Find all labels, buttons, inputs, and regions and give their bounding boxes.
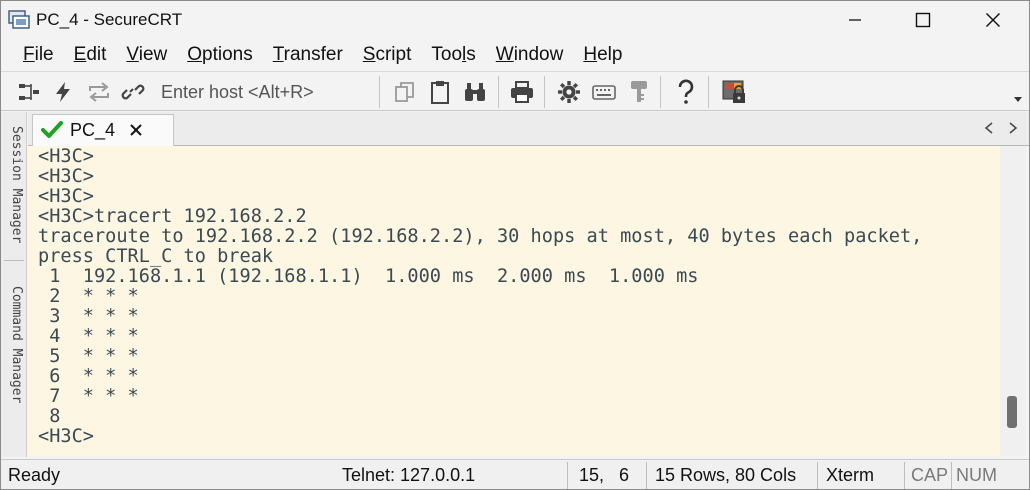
reconnect-button[interactable] [85, 78, 113, 106]
session-manager-tab[interactable]: Session Manager [4, 126, 24, 261]
binoculars-icon [465, 83, 485, 101]
secure-vault-button[interactable] [720, 78, 748, 106]
minimize-icon [849, 19, 861, 21]
terminal-line: 4 * * * [38, 326, 139, 347]
cursor-row: 15, [579, 465, 605, 485]
key-manager-button[interactable] [625, 78, 653, 106]
session-tab-bar: PC_4 [28, 112, 1029, 146]
keymap-button[interactable] [590, 78, 618, 106]
maximize-button[interactable] [889, 1, 957, 39]
terminal-line: 3 * * * [38, 306, 139, 327]
status-divider [567, 462, 568, 489]
terminal-line: 8 [38, 406, 61, 427]
connection-info: Telnet: 127.0.0.1 [342, 465, 476, 485]
enter-host-input[interactable] [153, 79, 375, 105]
num-lock-indicator: NUM [956, 465, 997, 485]
terminal-line: <H3C> [38, 186, 94, 207]
menu-view[interactable]: View [116, 44, 177, 66]
menu-bar: File Edit View Options Transfer Script T… [1, 39, 1029, 71]
key-icon [631, 81, 647, 102]
close-window-button[interactable] [959, 1, 1027, 39]
close-icon [986, 13, 1000, 27]
keyboard-icon [592, 85, 616, 100]
status-text: Ready [8, 465, 61, 485]
securecrt-app-icon [8, 10, 30, 29]
terminal-output[interactable]: <H3C> <H3C> <H3C> <H3C>tracert 192.168.2… [28, 146, 1000, 456]
tab-pc-4[interactable]: PC_4 [32, 114, 174, 146]
reconnect-icon [89, 82, 109, 102]
tab-scroll-right-icon[interactable] [1008, 122, 1018, 134]
terminal-dimensions: 15 Rows, 80 Cols [655, 465, 797, 485]
scrollbar-thumb[interactable] [1007, 396, 1017, 428]
question-mark-icon [678, 79, 694, 104]
toolbar-separator [708, 76, 709, 108]
printer-icon [511, 81, 533, 103]
broken-link-icon [121, 84, 145, 100]
status-divider [817, 462, 818, 489]
command-manager-tab[interactable]: Command Manager [4, 286, 24, 426]
terminal-type: Xterm [826, 465, 875, 485]
maximize-icon [915, 12, 931, 28]
vault-lock-icon [722, 80, 745, 103]
lightning-icon [56, 82, 70, 102]
menu-transfer[interactable]: Transfer [263, 44, 353, 66]
gear-icon [558, 81, 580, 103]
connected-check-icon [41, 121, 63, 138]
terminal-line: 6 * * * [38, 366, 139, 387]
terminal-scrollbar[interactable] [1000, 146, 1026, 456]
status-bar: Ready Telnet: 127.0.0.1 15, 6 15 Rows, 8… [1, 459, 1029, 489]
terminal-line: <H3C> [38, 146, 94, 167]
copy-icon [395, 82, 414, 102]
help-button[interactable] [672, 78, 700, 106]
menu-file[interactable]: File [13, 44, 64, 66]
terminal-lines: <H3C> <H3C> <H3C> <H3C>tracert 192.168.2… [38, 147, 922, 447]
find-button[interactable] [461, 78, 489, 106]
session-tree-icon [19, 84, 39, 100]
toolbar-separator [544, 76, 545, 108]
quick-connect-button[interactable] [49, 78, 77, 106]
menu-edit[interactable]: Edit [64, 44, 117, 66]
terminal-line: <H3C> [38, 426, 94, 447]
toolbar-overflow-arrow-icon[interactable] [1013, 94, 1023, 104]
menu-options[interactable]: Options [177, 44, 262, 66]
terminal-line: 7 * * * [38, 386, 139, 407]
toolbar-separator [379, 76, 380, 108]
cursor-col: 6 [619, 465, 630, 485]
menu-script[interactable]: Script [353, 44, 422, 66]
window-title: PC_4 - SecureCRT [36, 10, 183, 29]
status-divider [646, 462, 647, 489]
side-panel-strip: Session Manager Command Manager [1, 112, 27, 457]
terminal-line: <H3C> [38, 166, 94, 187]
terminal-line: 1 192.168.1.1 (192.168.1.1) 1.000 ms 2.0… [38, 266, 699, 287]
status-divider [904, 462, 905, 489]
print-button[interactable] [508, 78, 536, 106]
tab-label: PC_4 [70, 120, 116, 140]
connect-in-tab-button[interactable] [15, 78, 43, 106]
menu-window[interactable]: Window [486, 44, 574, 66]
terminal-line: traceroute to 192.168.2.2 (192.168.2.2),… [38, 226, 923, 247]
menu-help[interactable]: Help [573, 44, 632, 66]
disconnect-button[interactable] [119, 78, 147, 106]
copy-button[interactable] [391, 78, 419, 106]
terminal-line: <H3C>tracert 192.168.2.2 [38, 206, 307, 227]
clipboard-icon [431, 81, 449, 104]
title-bar[interactable]: PC_4 - SecureCRT [1, 1, 1029, 39]
close-tab-icon[interactable] [129, 123, 143, 137]
caps-lock-indicator: CAP [911, 465, 949, 485]
menu-tools[interactable]: Tools [421, 44, 485, 66]
tab-scroll-left-icon[interactable] [984, 122, 994, 134]
securecrt-window: PC_4 - SecureCRT File Edit View Options … [0, 0, 1030, 490]
session-options-button[interactable] [555, 78, 583, 106]
paste-button[interactable] [426, 78, 454, 106]
terminal-line: 2 * * * [38, 286, 139, 307]
toolbar [1, 71, 1029, 111]
status-divider [951, 462, 952, 489]
terminal-line: press CTRL_C to break [38, 246, 274, 267]
minimize-button[interactable] [821, 1, 889, 39]
terminal-line: 5 * * * [38, 346, 139, 367]
toolbar-separator [498, 76, 499, 108]
toolbar-separator [660, 76, 661, 108]
